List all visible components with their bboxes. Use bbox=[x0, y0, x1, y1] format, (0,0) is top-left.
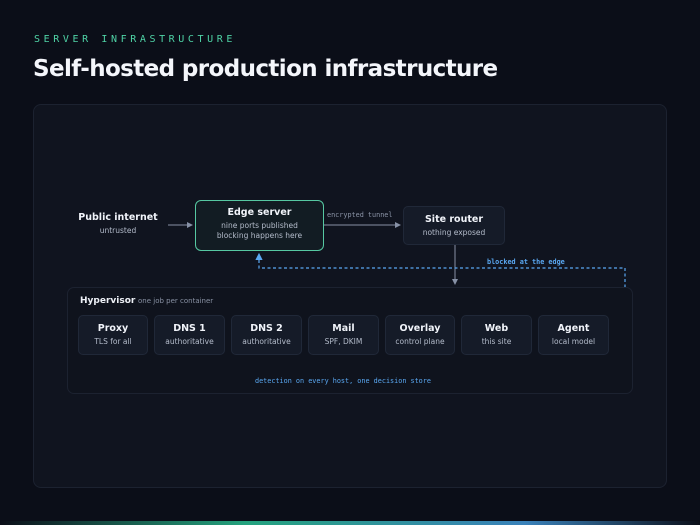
node-edge-server: Edge server nine ports published blockin… bbox=[195, 200, 324, 251]
container-web: Web this site bbox=[461, 315, 532, 355]
hypervisor-subtitle: one job per container bbox=[138, 297, 214, 305]
diagram-connectors bbox=[77, 222, 626, 370]
container-title: Proxy bbox=[97, 323, 129, 334]
container-title: Mail bbox=[332, 323, 355, 334]
container-title: Overlay bbox=[399, 323, 441, 334]
node-title: Edge server bbox=[227, 207, 292, 218]
container-title: DNS 2 bbox=[250, 323, 283, 334]
detection-label: detection on every host, one decision st… bbox=[255, 377, 431, 385]
blocked-label: blocked at the edge bbox=[487, 258, 565, 266]
node-site-router: Site router nothing exposed bbox=[403, 206, 505, 245]
node-subtitle: untrusted bbox=[99, 226, 137, 235]
node-title: Public internet bbox=[78, 212, 158, 223]
bottom-accent-bar bbox=[0, 521, 700, 525]
node-line-1: nine ports published bbox=[221, 221, 298, 230]
node-title: Site router bbox=[424, 214, 484, 225]
container-dns-2: DNS 2 authoritative bbox=[231, 315, 302, 355]
container-subtitle: TLS for all bbox=[94, 337, 132, 346]
container-overlay: Overlay control plane bbox=[385, 315, 455, 355]
container-subtitle: authoritative bbox=[242, 337, 291, 346]
container-title: Agent bbox=[557, 323, 590, 334]
container-mail: Mail SPF, DKIM bbox=[308, 315, 379, 355]
hypervisor-title: Hypervisor bbox=[80, 296, 136, 306]
container-subtitle: local model bbox=[551, 337, 596, 346]
container-proxy: Proxy TLS for all bbox=[78, 315, 148, 355]
container-agent: Agent local model bbox=[538, 315, 609, 355]
container-subtitle: this site bbox=[481, 337, 512, 346]
container-title: DNS 1 bbox=[173, 323, 206, 334]
node-line-2: blocking happens here bbox=[216, 231, 303, 240]
container-subtitle: authoritative bbox=[165, 337, 214, 346]
container-title: Web bbox=[484, 323, 509, 334]
container-dns-1: DNS 1 authoritative bbox=[154, 315, 225, 355]
node-public-internet: Public internet untrusted bbox=[78, 212, 158, 236]
node-subtitle: nothing exposed bbox=[422, 228, 486, 237]
tunnel-label: encrypted tunnel bbox=[327, 211, 393, 219]
container-subtitle: SPF, DKIM bbox=[324, 337, 363, 346]
container-subtitle: control plane bbox=[395, 337, 445, 346]
